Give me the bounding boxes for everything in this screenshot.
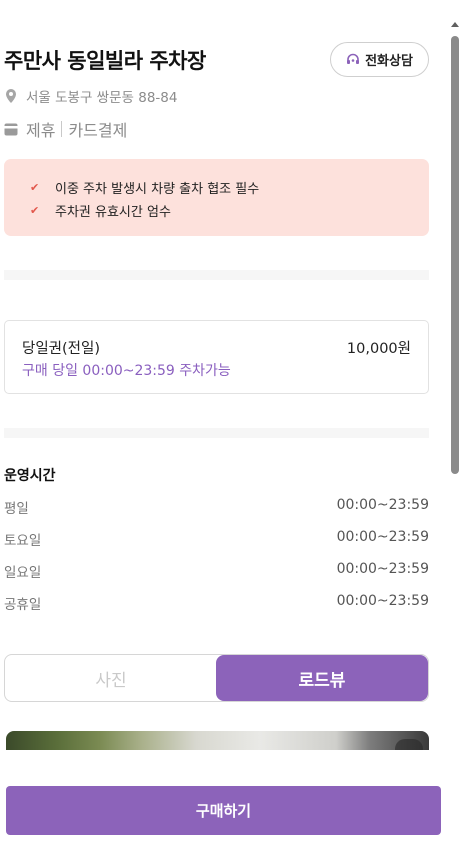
- card-icon: [4, 123, 18, 135]
- hours-row: 평일 00:00~23:59: [4, 497, 429, 517]
- hours-day: 공휴일: [4, 597, 42, 613]
- location-pin-icon: [6, 89, 16, 103]
- tab-photo[interactable]: 사진: [5, 655, 217, 701]
- purchase-button[interactable]: 구매하기: [6, 786, 441, 835]
- scroll-thumb[interactable]: [451, 36, 459, 474]
- ticket-name: 당일권(전일): [22, 341, 101, 357]
- photo-roadview-toggle: 사진 로드뷰: [4, 654, 429, 702]
- scrollbar[interactable]: [449, 18, 461, 748]
- tag-partner: 제휴: [26, 121, 56, 140]
- tab-roadview[interactable]: 로드뷰: [216, 655, 428, 701]
- page-title: 주만사 동일빌라 주차장: [4, 49, 206, 73]
- ticket-description: 구매 당일 00:00~23:59 주차가능: [22, 363, 231, 379]
- check-icon: ✔: [30, 181, 40, 194]
- section-divider: [4, 428, 429, 438]
- notice-item: ✔ 주차권 유효시간 엄수: [30, 201, 171, 220]
- notice-item: ✔ 이중 주차 발생시 차량 출차 협조 필수: [30, 178, 259, 197]
- section-divider: [4, 270, 429, 280]
- call-consult-button[interactable]: 전화상담: [330, 42, 429, 77]
- hours-day: 일요일: [4, 565, 42, 581]
- parking-detail-page: 주만사 동일빌라 주차장 전화상담 서울 도봉구 쌍문동 88-84 제휴 카드…: [0, 0, 449, 841]
- scroll-up-icon[interactable]: [451, 22, 459, 27]
- title-row: 주만사 동일빌라 주차장 전화상담: [4, 42, 429, 78]
- ticket-price: 10,000원: [346, 341, 411, 357]
- tag-divider: [61, 121, 63, 137]
- tags-row: 제휴 카드결제: [4, 118, 127, 140]
- hours-row: 일요일 00:00~23:59: [4, 561, 429, 581]
- operating-hours-title: 운영시간: [4, 468, 56, 484]
- roadview-image[interactable]: [6, 731, 429, 751]
- check-icon: ✔: [30, 204, 40, 217]
- ticket-card[interactable]: 당일권(전일) 10,000원 구매 당일 00:00~23:59 주차가능: [4, 320, 429, 394]
- hours-time: 00:00~23:59: [336, 529, 429, 545]
- bottom-action-bar: 구매하기: [0, 750, 461, 841]
- hours-time: 00:00~23:59: [336, 561, 429, 577]
- headset-icon: [347, 53, 360, 64]
- address-text: 서울 도봉구 쌍문동 88-84: [26, 90, 178, 106]
- hours-row: 토요일 00:00~23:59: [4, 529, 429, 549]
- address-row: 서울 도봉구 쌍문동 88-84: [4, 87, 178, 106]
- notice-text: 주차권 유효시간 엄수: [55, 205, 171, 220]
- hours-day: 토요일: [4, 533, 42, 549]
- notice-text: 이중 주차 발생시 차량 출차 협조 필수: [55, 182, 260, 197]
- notice-box: ✔ 이중 주차 발생시 차량 출차 협조 필수 ✔ 주차권 유효시간 엄수: [4, 159, 429, 236]
- hours-time: 00:00~23:59: [336, 497, 429, 513]
- tag-card-payment: 카드결제: [68, 121, 128, 140]
- hours-day: 평일: [4, 501, 29, 517]
- hours-time: 00:00~23:59: [336, 593, 429, 609]
- call-consult-label: 전화상담: [365, 54, 413, 69]
- hours-row: 공휴일 00:00~23:59: [4, 593, 429, 613]
